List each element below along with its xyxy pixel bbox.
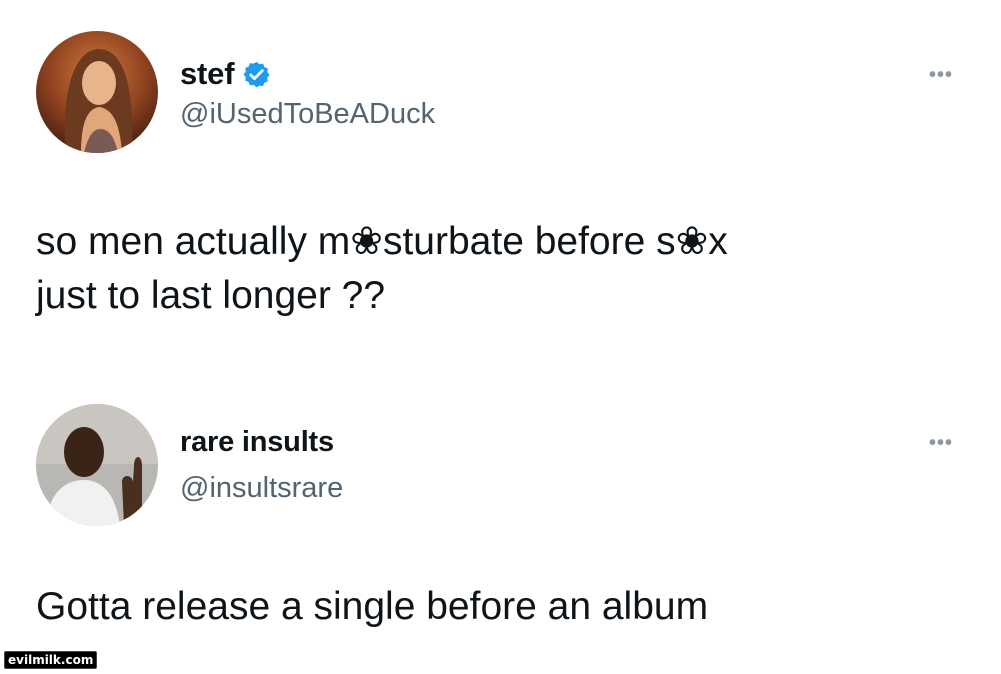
tweet-text-line-1: so men actually m❀sturbate before s❀x xyxy=(36,220,728,263)
more-horizontal-icon[interactable]: ••• xyxy=(929,432,953,455)
avatar-rare-insults[interactable] xyxy=(36,404,158,526)
verified-badge-icon xyxy=(242,60,271,89)
tweet-rare-insults: rare insults @insultsrare ••• Gotta rele… xyxy=(0,380,1001,674)
tweet-stef: stef @iUsedToBeADuck ••• so men actually… xyxy=(0,0,1001,380)
handle[interactable]: @insultsrare xyxy=(180,472,343,505)
tweet-text-line-1: Gotta release a single before an album xyxy=(36,585,709,628)
display-name[interactable]: rare insults xyxy=(180,426,334,459)
tweet-text-line-2: just to last longer ?? xyxy=(36,274,386,317)
more-horizontal-icon[interactable]: ••• xyxy=(929,64,953,87)
watermark: evilmilk.com xyxy=(4,651,98,669)
display-name-row: rare insults xyxy=(180,426,334,459)
tweet-text: Gotta release a single before an album xyxy=(36,580,976,634)
handle[interactable]: @iUsedToBeADuck xyxy=(180,98,435,131)
display-name-row: stef xyxy=(180,56,271,92)
display-name[interactable]: stef xyxy=(180,56,235,92)
avatar-stef[interactable] xyxy=(36,31,158,153)
tweet-text: so men actually m❀sturbate before s❀x ju… xyxy=(36,215,976,323)
